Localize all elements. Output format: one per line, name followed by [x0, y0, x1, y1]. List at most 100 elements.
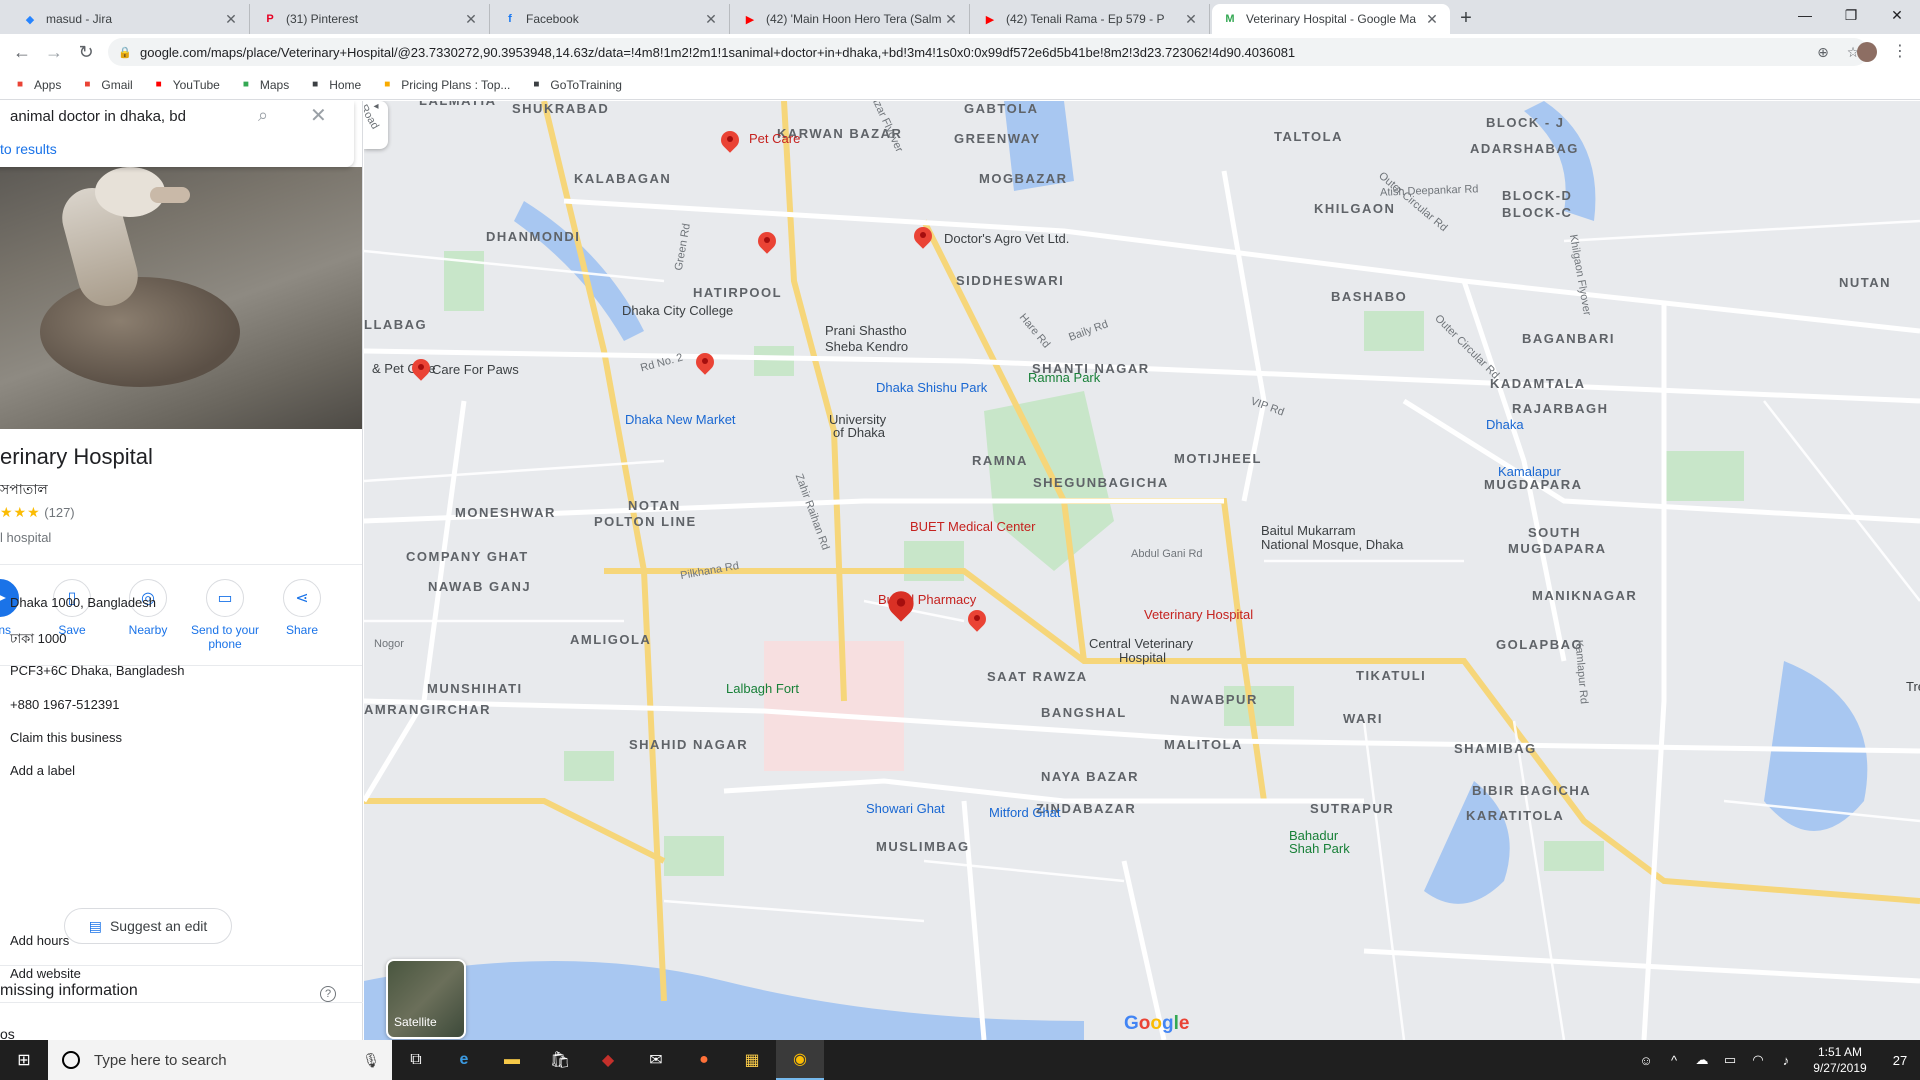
area-label[interactable]: WARI: [1343, 711, 1383, 726]
poi-label[interactable]: BUET Medical Center: [910, 519, 1035, 534]
poi-label[interactable]: Dhaka City College: [622, 303, 733, 318]
tab-close-icon[interactable]: ✕: [943, 11, 959, 28]
area-label[interactable]: TIKATULI: [1356, 668, 1426, 683]
area-label[interactable]: SUTRAPUR: [1310, 801, 1394, 816]
map-pin-icon[interactable]: [964, 606, 990, 634]
bookmark-item[interactable]: ■ Apps: [12, 77, 61, 93]
area-label[interactable]: NAWAB GANJ: [428, 579, 531, 594]
people-icon[interactable]: ☺: [1634, 1053, 1658, 1068]
address-bar[interactable]: 🔒 google.com/maps/place/Veterinary+Hospi…: [108, 38, 1868, 66]
poi-label[interactable]: Dhaka: [1486, 417, 1524, 432]
poi-label[interactable]: Prani Shastho: [825, 323, 907, 338]
area-label[interactable]: MUNSHIHATI: [427, 681, 523, 696]
menu-dots-icon[interactable]: ⋮: [1890, 40, 1910, 64]
map-pin-icon[interactable]: [408, 355, 434, 383]
area-label[interactable]: TALTOLA: [1274, 129, 1343, 144]
plus-code[interactable]: PCF3+6C Dhaka, Bangladesh: [10, 663, 185, 678]
area-label[interactable]: POLTON LINE: [594, 514, 697, 529]
address-bengali[interactable]: ঢাকা 1000: [10, 630, 67, 651]
bookmark-item[interactable]: ■ Gmail: [79, 77, 132, 93]
close-icon[interactable]: ✕: [310, 103, 327, 128]
poi-label[interactable]: Doctor's Agro Vet Ltd.: [944, 231, 1069, 246]
volume-icon[interactable]: ♪: [1774, 1053, 1798, 1068]
profile-avatar[interactable]: [1857, 42, 1877, 62]
chrome-icon[interactable]: ◉: [776, 1040, 824, 1080]
area-label[interactable]: BANGSHAL: [1041, 705, 1127, 720]
mail-icon[interactable]: ✉: [632, 1040, 680, 1080]
browser-tab[interactable]: ▶ (42) 'Main Hoon Hero Tera (Salm ✕: [732, 4, 970, 34]
area-label[interactable]: SAAT RAWZA: [987, 669, 1088, 684]
address-line[interactable]: Dhaka 1000, Bangladesh: [10, 595, 156, 610]
poi-label[interactable]: National Mosque, Dhaka: [1261, 537, 1403, 552]
edge-icon[interactable]: e: [440, 1040, 488, 1080]
poi-label[interactable]: Showari Ghat: [866, 801, 945, 816]
area-label[interactable]: SHUKRABAD: [512, 101, 609, 116]
area-label[interactable]: AMRANGIRCHAR: [364, 702, 491, 717]
phone-number[interactable]: +880 1967-512391: [10, 697, 120, 712]
microphone-icon[interactable]: 🎙: [362, 1052, 380, 1069]
area-label[interactable]: BIBIR BAGICHA: [1472, 783, 1591, 798]
area-label[interactable]: SHAMIBAG: [1454, 741, 1537, 756]
location-icon[interactable]: ⊕: [1808, 44, 1838, 61]
area-label[interactable]: GABTOLA: [964, 101, 1039, 116]
browser-tab[interactable]: M Veterinary Hospital - Google Ma ✕: [1212, 4, 1450, 34]
area-label[interactable]: COMPANY GHAT: [406, 549, 529, 564]
send-to-phone-button[interactable]: ▭ Send to your phone: [185, 579, 265, 651]
area-label[interactable]: GOLAPBAG: [1496, 637, 1583, 652]
area-label[interactable]: HATIRPOOL: [693, 285, 782, 300]
browser-tab[interactable]: f Facebook ✕: [492, 4, 730, 34]
file-explorer-icon[interactable]: ▬: [488, 1040, 536, 1080]
app-yellow-icon[interactable]: ▦: [728, 1040, 776, 1080]
tab-close-icon[interactable]: ✕: [1424, 11, 1440, 28]
area-label[interactable]: SIDDHESWARI: [956, 273, 1064, 288]
poi-label[interactable]: Mitford Ghat: [989, 805, 1061, 820]
bookmark-item[interactable]: ■ Home: [307, 77, 361, 93]
poi-label[interactable]: Baitul Mukarram: [1261, 523, 1356, 538]
map-pin-icon[interactable]: [692, 349, 718, 377]
area-label[interactable]: GREENWAY: [954, 131, 1041, 146]
add-label-link[interactable]: Add a label: [10, 763, 75, 778]
poi-label[interactable]: Dhaka New Market: [625, 412, 736, 427]
place-rating[interactable]: ★★★ (127): [0, 504, 75, 521]
rating-count[interactable]: (127): [44, 505, 74, 520]
suggest-edit-button[interactable]: ▤ Suggest an edit: [64, 908, 232, 944]
area-label[interactable]: BLOCK - J: [1486, 115, 1565, 130]
tab-close-icon[interactable]: ✕: [1183, 11, 1199, 28]
chevron-up-icon[interactable]: ^: [1662, 1053, 1686, 1068]
minimize-button[interactable]: —: [1782, 0, 1828, 30]
store-icon[interactable]: 🛍: [536, 1040, 584, 1080]
url-text[interactable]: google.com/maps/place/Veterinary+Hospita…: [140, 45, 1808, 60]
windows-start-icon[interactable]: ⊞: [0, 1040, 48, 1080]
map-canvas[interactable]: ◂ LALMATIASHUKRABADKARWAN BAZARGABTOLAGR…: [364, 101, 1920, 1040]
area-label[interactable]: AMLIGOLA: [570, 632, 651, 647]
area-label[interactable]: MOGBAZAR: [979, 171, 1068, 186]
area-label[interactable]: BASHABO: [1331, 289, 1407, 304]
poi-label[interactable]: Pet Care: [749, 131, 800, 146]
area-label[interactable]: MONESHWAR: [455, 505, 556, 520]
poi-label[interactable]: Veterinary Hospital: [1144, 607, 1253, 622]
area-label[interactable]: NUTAN: [1839, 275, 1891, 290]
map-pin-icon[interactable]: [754, 228, 780, 256]
place-type[interactable]: l hospital: [0, 530, 51, 545]
poi-label[interactable]: Central Veterinary: [1089, 636, 1193, 651]
area-label[interactable]: BLOCK-C: [1502, 205, 1572, 220]
map-pin-icon[interactable]: [717, 127, 743, 155]
area-label[interactable]: RAMNA: [972, 453, 1028, 468]
poi-label[interactable]: Hospital: [1119, 650, 1166, 665]
area-label[interactable]: LALMATIA: [419, 101, 496, 108]
poi-label[interactable]: Sheba Kendro: [825, 339, 908, 354]
poi-label[interactable]: Kamalapur: [1498, 464, 1561, 479]
area-label[interactable]: KHILGAON: [1314, 201, 1395, 216]
wifi-icon[interactable]: ◠: [1746, 1052, 1770, 1068]
satellite-toggle[interactable]: Satellite: [386, 959, 466, 1039]
browser-tab[interactable]: P (31) Pinterest ✕: [252, 4, 490, 34]
browser-tab[interactable]: ▶ (42) Tenali Rama - Ep 579 - P ✕: [972, 4, 1210, 34]
cloud-icon[interactable]: ☁: [1690, 1052, 1714, 1068]
area-label[interactable]: LLABAG: [364, 317, 427, 332]
bookmark-item[interactable]: ■ GoToTraining: [528, 77, 622, 93]
area-label[interactable]: ADARSHABAG: [1470, 141, 1579, 156]
area-label[interactable]: NAYA BAZAR: [1041, 769, 1139, 784]
taskbar-search[interactable]: Type here to search 🎙: [48, 1040, 392, 1080]
selected-place-pin-icon[interactable]: [883, 585, 919, 625]
poi-label[interactable]: Trea: [1906, 679, 1920, 694]
